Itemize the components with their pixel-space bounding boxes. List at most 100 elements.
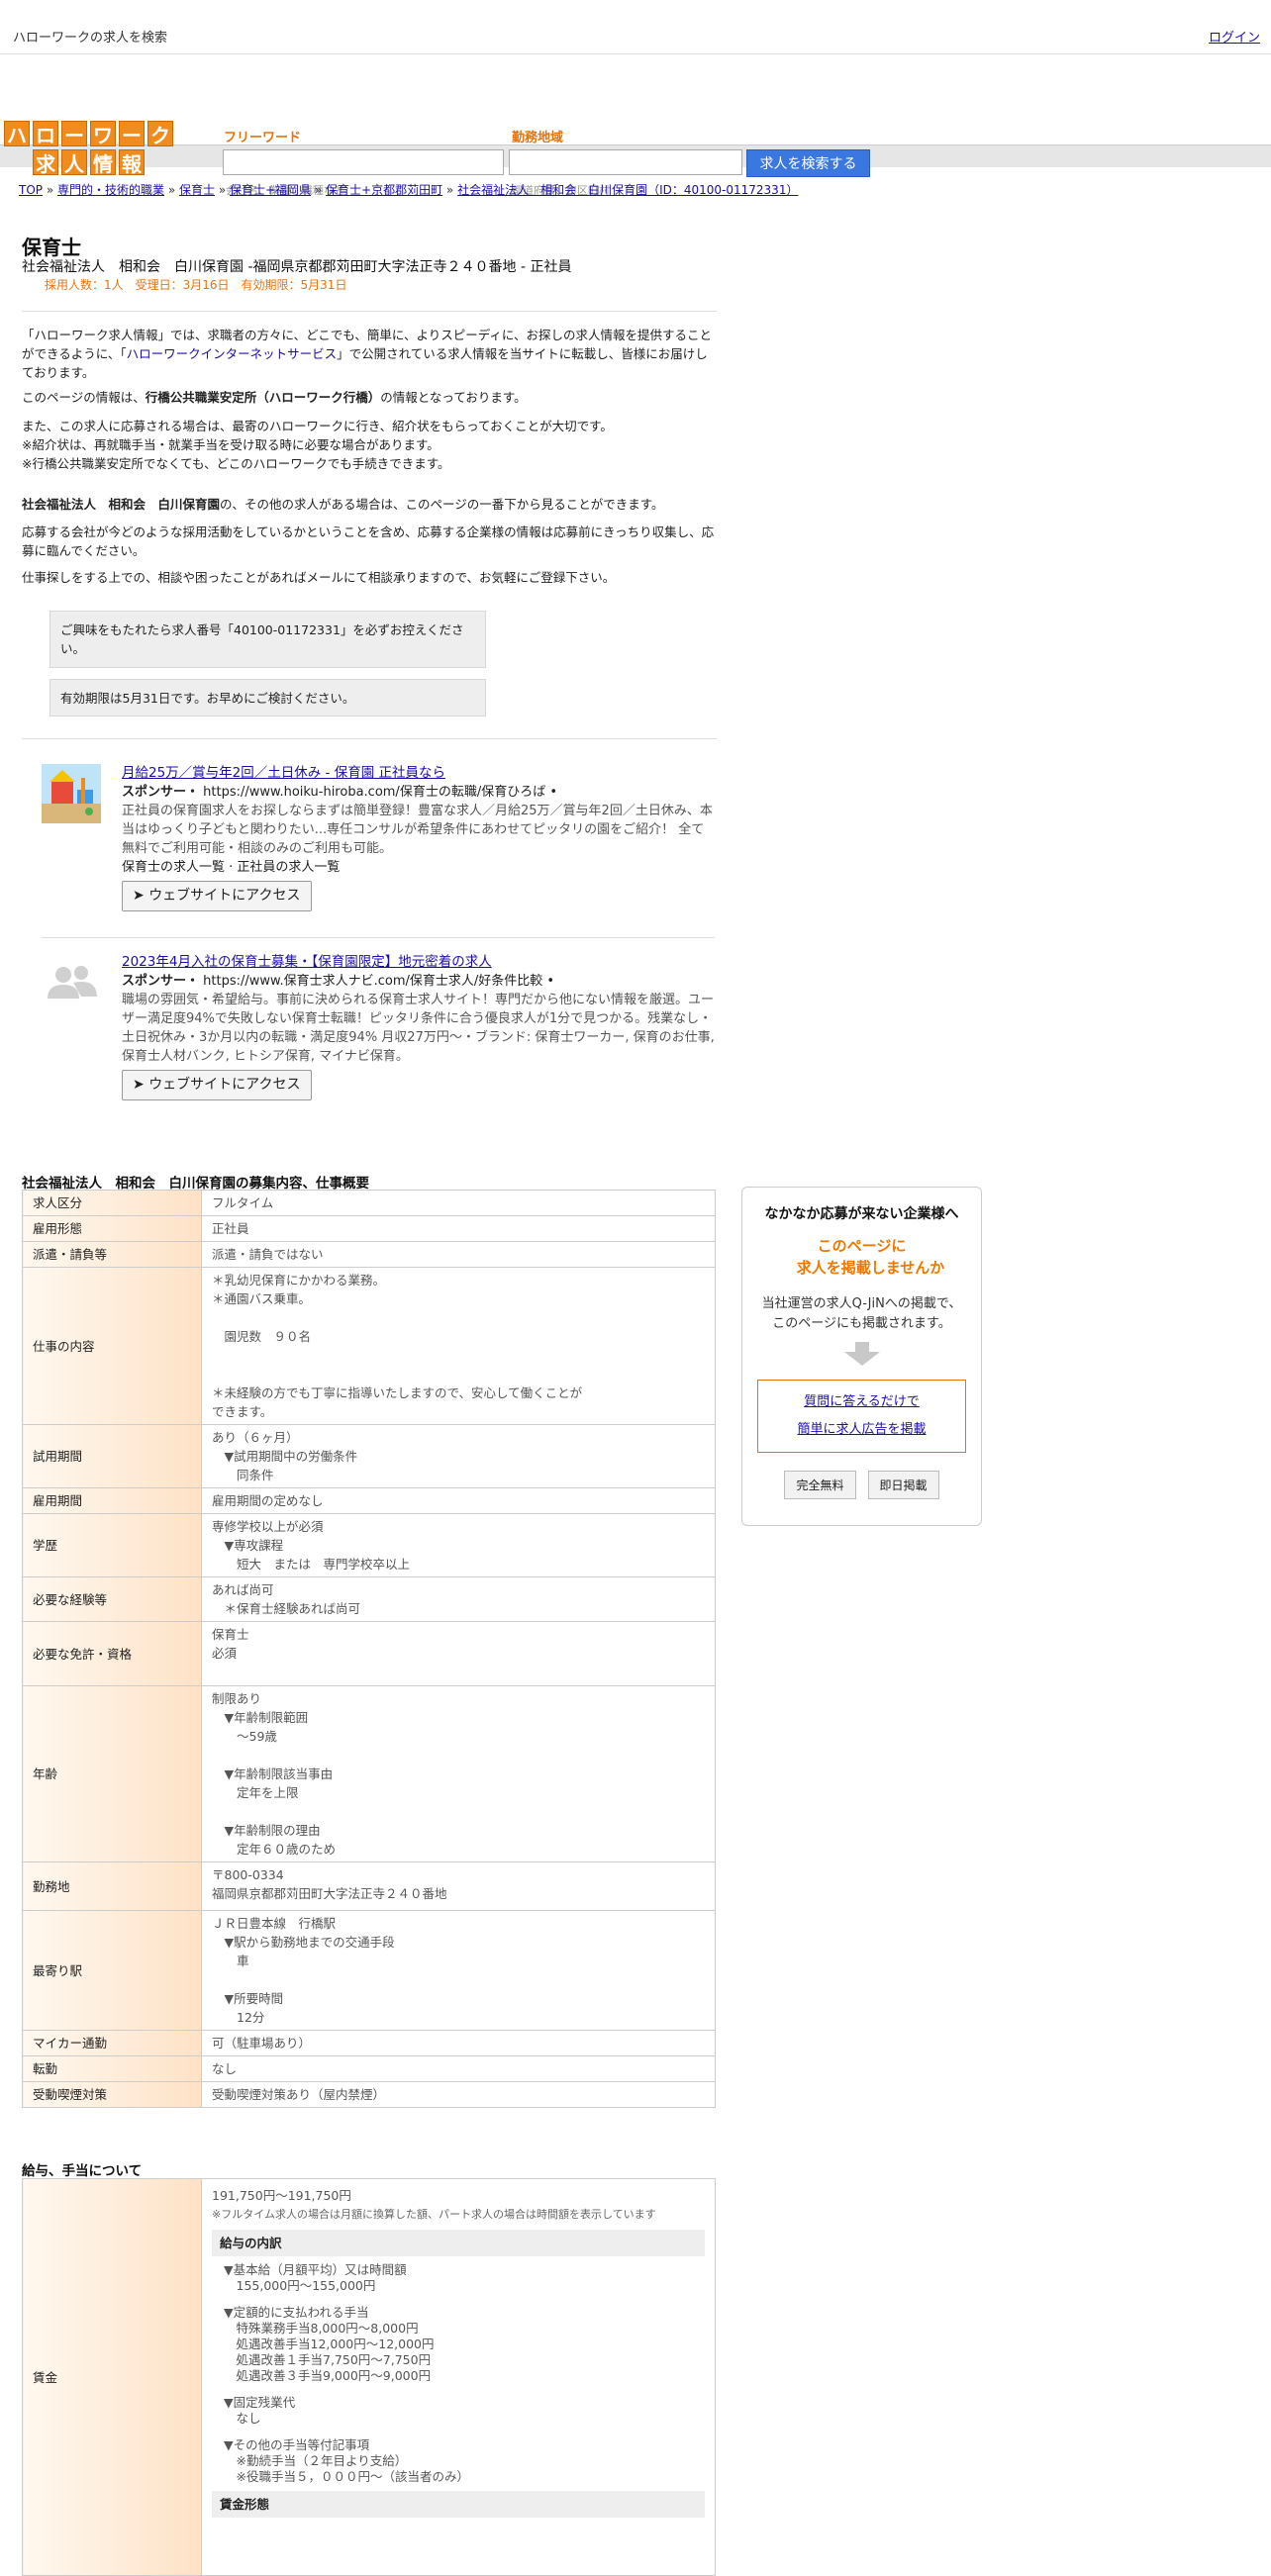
- salary-value: 191,750円〜191,750円 ※フルタイム求人の場合は月額に換算した額、パ…: [201, 2178, 716, 2576]
- value-line: [212, 1365, 705, 1383]
- breadcrumb-town[interactable]: 保育士+京都郡苅田町: [326, 183, 442, 197]
- value-line: 同条件: [212, 1468, 274, 1482]
- row-value: 派遣・請負ではない: [201, 1241, 716, 1268]
- visit-website-button[interactable]: ➤ ウェブサイトにアクセス: [122, 881, 312, 911]
- sidebar-heading: なかなか応募が来ない企業様へ: [764, 1206, 959, 1222]
- sidebar-text: 当社運営の求人Q-JiNへの掲載で、 このページにも掲載されます。: [761, 1296, 962, 1331]
- value-line: 〒800-0334: [212, 1867, 284, 1882]
- value-line: ＊乳幼児保育にかかわる業務。: [212, 1273, 386, 1288]
- value-line: 車: [212, 1954, 249, 1968]
- ad-title-link[interactable]: 2023年4月入社の保育士募集・【保育園限定】地元密着の求人: [122, 954, 492, 970]
- hellowork-internet-link[interactable]: ハローワークインターネットサービス: [127, 346, 338, 361]
- value-line: できます。: [212, 1404, 273, 1419]
- row-label: 転勤: [22, 2055, 202, 2082]
- row-label: 学歴: [22, 1513, 202, 1577]
- breakdown-line: ▼基本給（月額平均）又は時間額: [224, 2262, 407, 2277]
- row-value: 専修学校以上が必須 ▼専攻課程 短大 または 専門学校卒以上: [201, 1513, 716, 1577]
- intro-paragraph: 「ハローワーク求人情報」では、求職者の方々に、どこでも、簡単に、よりスピーディに…: [22, 328, 713, 380]
- value-line: 正社員: [212, 1221, 249, 1236]
- logo-char: 人: [61, 149, 87, 176]
- row-label: 求人区分: [22, 1190, 202, 1216]
- details-table: 求人区分 フルタイム 雇用形態 正社員 派遣・請負等 派遣・請負ではない 仕事の内容 ＊乳幼児…: [22, 1190, 716, 2108]
- breadcrumb-job[interactable]: 保育士: [179, 183, 215, 197]
- value-line: ▼年齢制限該当事由: [212, 1766, 334, 1781]
- breakdown-title: 給与の内訳: [212, 2230, 705, 2256]
- logo-char: ロ: [33, 121, 58, 147]
- value-line: ▼駅から勤務地までの交通手段: [212, 1935, 395, 1950]
- playground-image: [42, 764, 101, 823]
- row-value: なし: [201, 2055, 716, 2082]
- breadcrumb-top[interactable]: TOP: [19, 183, 43, 197]
- row-value: あり（６ヶ月） ▼試用期間中の労働条件 同条件: [201, 1424, 716, 1488]
- value-line: 短大 または 専門学校卒以上: [212, 1557, 411, 1572]
- salary-note: ※フルタイム求人の場合は月額に換算した額、パート求人の場合は時間額を表示していま…: [212, 2208, 656, 2221]
- logo-char: 求: [33, 149, 58, 176]
- search-button[interactable]: 求人を検索する: [746, 149, 870, 177]
- value-line: [212, 1346, 705, 1365]
- source-paragraph: このページの情報は、行橋公共職業安定所（ハローワーク行橋）の情報となっております…: [22, 390, 527, 405]
- table-row: 受動喫煙対策 受動喫煙対策あり（屋内禁煙）: [22, 2081, 716, 2108]
- ad-url: https://www.hoiku-hiroba.com/保育士の転職/保育ひろ…: [203, 785, 546, 800]
- breakdown-line: 特殊業務手当8,000円〜8,000円: [224, 2321, 419, 2336]
- ad-title-link[interactable]: 月給25万／賞与年2回／土日休み - 保育園 正社員なら: [122, 765, 445, 781]
- divider: [22, 311, 717, 312]
- top-bar: ハローワークの求人を検索 ログイン: [0, 0, 1271, 54]
- table-row: 必要な免許・資格 保育士 必須: [22, 1621, 716, 1686]
- sidebar-offer: このページに 求人を掲載しませんか: [796, 1237, 945, 1277]
- breadcrumb-company[interactable]: 社会福祉法人 相和会 白川保育園（ID：40100-01172331）: [457, 183, 798, 197]
- details-heading: 社会福祉法人 相和会 白川保育園の募集内容、仕事概要: [22, 1176, 369, 1192]
- row-value: フルタイム: [201, 1190, 716, 1216]
- consult-paragraph: 仕事探しをする上での、相談や困ったことがあればメールにて相談承りますので、お気軽…: [22, 570, 616, 585]
- row-label: 受動喫煙対策: [22, 2081, 202, 2108]
- row-value: 受動喫煙対策あり（屋内禁煙）: [201, 2081, 716, 2108]
- value-line: 福岡県京都郡苅田町大字法正寺２４０番地: [212, 1886, 447, 1901]
- login-link[interactable]: ログイン: [1209, 27, 1260, 46]
- ad-links[interactable]: 保育士の求人一覧 · 正社員の求人一覧: [122, 858, 716, 877]
- value-line: [212, 1308, 705, 1327]
- advertise-sidebar: なかなか応募が来ない企業様へ このページに 求人を掲載しませんか 当社運営の求人Q…: [741, 1187, 982, 1526]
- breadcrumb-category[interactable]: 専門的・技術的職業: [57, 183, 164, 197]
- ad-body: 月給25万／賞与年2回／土日休み - 保育園 正社員なら スポンサー・ http…: [122, 764, 716, 911]
- row-value: ＊乳幼児保育にかかわる業務。 ＊通園バス乗車。 園児数 ９０名 ＊未経験の方でも丁寧…: [201, 1267, 716, 1425]
- visit-website-button[interactable]: ➤ ウェブサイトにアクセス: [122, 1070, 312, 1100]
- job-subtitle: 社会福祉法人 相和会 白川保育園 -福岡県京都郡苅田町大字法正寺２４０番地 - …: [22, 259, 572, 275]
- value-line: 定年６０歳のため: [212, 1842, 337, 1857]
- salary-breakdown: ▼基本給（月額平均）又は時間額 155,000円〜155,000円 ▼定額的に支払…: [212, 2262, 705, 2485]
- value-line: 制限あり: [212, 1691, 262, 1706]
- breakdown-line: 処遇改善３手当9,000円〜9,000円: [224, 2368, 432, 2383]
- same-day-badge[interactable]: 即日掲載: [867, 1471, 939, 1499]
- post-ad-link[interactable]: 簡単に求人広告を掲載: [797, 1422, 926, 1437]
- value-line: ＊通園バス乗車。: [212, 1291, 312, 1306]
- breakdown-line: ※勤続手当（２年目より支給）: [224, 2453, 408, 2468]
- free-word-input[interactable]: [223, 149, 504, 175]
- table-row: マイカー通勤 可（駐車場あり）: [22, 2030, 716, 2056]
- value-line: 派遣・請負ではない: [212, 1247, 324, 1262]
- table-row: 仕事の内容 ＊乳幼児保育にかかわる業務。 ＊通園バス乗車。 園児数 ９０名 ＊未経験の…: [22, 1267, 716, 1425]
- breakdown-line: 処遇改善手当12,000円〜12,000円: [224, 2337, 435, 2351]
- area-input[interactable]: [509, 149, 742, 175]
- row-value: 〒800-0334 福岡県京都郡苅田町大字法正寺２４０番地: [201, 1861, 716, 1911]
- salary-heading: 給与、手当について: [22, 2163, 143, 2179]
- table-row: 派遣・請負等 派遣・請負ではない: [22, 1241, 716, 1268]
- breakdown-line: 処遇改善１手当7,750円〜7,750円: [224, 2352, 432, 2367]
- logo-char: ー: [119, 121, 145, 147]
- job-number-notice: ご興味をもたれたら求人番号「40100-01172331」を必ずお控えください。: [49, 611, 486, 668]
- sidebar-link-box: 質問に答えるだけで 簡単に求人広告を掲載: [757, 1380, 966, 1453]
- ad-description: 職場の雰囲気・希望給与。事前に決められる保育士求人サイト！専門だから他にない情報…: [122, 993, 715, 1064]
- logo-char: ク: [147, 121, 173, 147]
- row-value: ＪＲ日豊本線 行橋駅 ▼駅から勤務地までの交通手段 車 ▼所要時間 12分: [201, 1910, 716, 2031]
- salary-row: 賃金 191,750円〜191,750円 ※フルタイム求人の場合は月額に換算した…: [22, 2178, 716, 2576]
- row-value: 保育士 必須: [201, 1621, 716, 1686]
- free-word-label: フリーワード: [224, 131, 302, 145]
- answer-questions-link[interactable]: 質問に答えるだけで: [804, 1394, 920, 1409]
- value-line: 受動喫煙対策あり（屋内禁煙）: [212, 2087, 386, 2102]
- table-row: 雇用期間 雇用期間の定めなし: [22, 1487, 716, 1514]
- ad-description: 正社員の保育園求人をお探しならまずは簡単登録！豊富な求人／月給25万／賞与年2回…: [122, 804, 713, 856]
- free-badge[interactable]: 完全無料: [784, 1471, 856, 1499]
- value-line: ▼試用期間中の労働条件: [212, 1449, 358, 1464]
- hellowork-logo[interactable]: ハローワーク 求人情報: [4, 121, 178, 178]
- salary-table: 賃金 191,750円〜191,750円 ※フルタイム求人の場合は月額に換算した…: [22, 2178, 716, 2576]
- value-line: 可（駐車場あり）: [212, 2036, 312, 2051]
- breadcrumb-prefecture[interactable]: 保育士+福岡県: [230, 183, 311, 197]
- row-label: マイカー通勤: [22, 2030, 202, 2056]
